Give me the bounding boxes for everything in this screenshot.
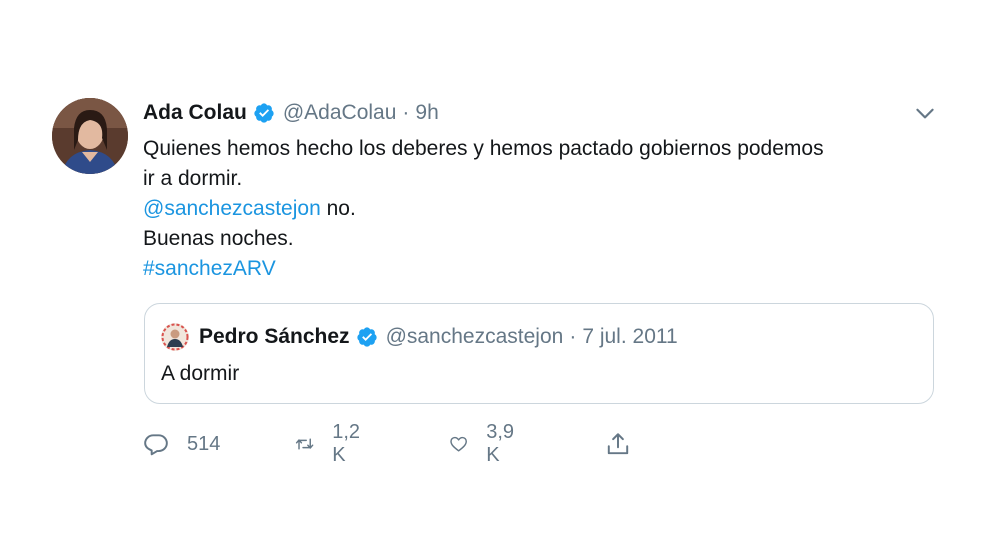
mention-suffix: no. [320, 197, 356, 220]
reply-icon [144, 434, 168, 456]
quoted-tweet-header: Pedro Sánchez @sanchezcastejon · 7 jul. … [161, 322, 678, 352]
hashtag-link[interactable]: #sanchezARV [143, 257, 276, 280]
quoted-author-handle: @sanchezcastejon [385, 325, 564, 348]
reply-count: 514 [187, 432, 221, 455]
tweet-text: Quienes hemos hecho los deberes y hemos … [143, 134, 933, 284]
reply-button[interactable]: 514 [143, 428, 220, 460]
verified-badge-icon [254, 103, 274, 123]
chevron-down-icon[interactable] [912, 100, 938, 126]
share-button[interactable] [605, 428, 631, 460]
header-separator: · [402, 101, 410, 124]
quoted-tweet-date: 7 jul. 2011 [582, 325, 678, 348]
tweet-text-line: ir a dormir. [143, 167, 243, 190]
mention-link[interactable]: @sanchezcastejon [143, 197, 321, 220]
verified-badge-icon [356, 327, 377, 347]
quoted-author-name[interactable]: Pedro Sánchez [199, 325, 350, 349]
retweet-button[interactable]: 1,2 K [295, 421, 367, 466]
tweet-header: Ada Colau @AdaColau · 9h [143, 98, 439, 128]
share-icon [607, 433, 629, 455]
quoted-tweet-text: A dormir [161, 362, 240, 385]
quoted-header-separator: · [569, 325, 577, 348]
tweet-timestamp[interactable]: 9h [415, 101, 438, 125]
like-count: 3,9 K [486, 421, 515, 466]
tweet-mention-line: @sanchezcastejon no. [143, 194, 933, 224]
retweet-icon [295, 438, 314, 450]
quoted-tweet[interactable]: Pedro Sánchez @sanchezcastejon · 7 jul. … [144, 303, 934, 404]
author-avatar[interactable] [52, 98, 128, 174]
like-button[interactable]: 3,9 K [449, 421, 521, 466]
quoted-author-avatar [161, 323, 189, 351]
author-handle[interactable]: @AdaColau [283, 101, 397, 125]
tweet-card: Ada Colau @AdaColau · 9h Quienes hemos h… [0, 0, 992, 558]
author-name[interactable]: Ada Colau [143, 101, 247, 125]
retweet-count: 1,2 K [332, 421, 361, 466]
heart-icon [450, 436, 467, 452]
tweet-text-line: Quienes hemos hecho los deberes y hemos … [143, 137, 824, 160]
tweet-text-line: Buenas noches. [143, 227, 294, 250]
